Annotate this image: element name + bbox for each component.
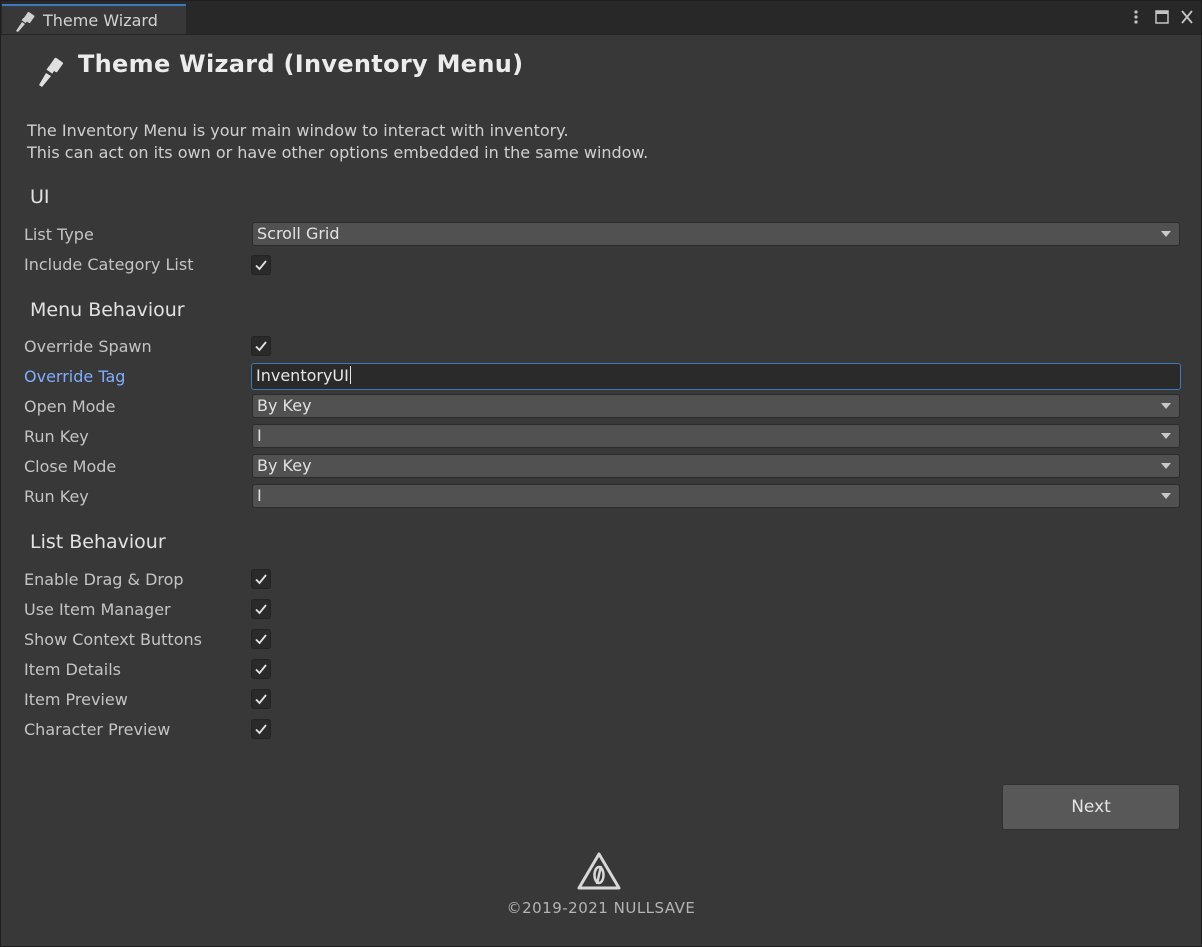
close-run-key-value: I [257,486,262,505]
item-preview-label: Item Preview [24,690,128,709]
use-item-manager-checkbox[interactable] [251,599,271,619]
checkmark-icon [255,604,267,615]
checkmark-icon [255,574,267,585]
close-mode-dropdown[interactable]: By Key [252,454,1180,478]
list-type-label: List Type [24,225,94,244]
close-icon[interactable] [1179,7,1195,27]
close-run-key-dropdown[interactable]: I [252,484,1180,508]
close-mode-label: Close Mode [24,457,117,476]
enable-drag-drop-label: Enable Drag & Drop [24,570,184,589]
show-context-buttons-checkbox[interactable] [251,629,271,649]
brush-icon [16,11,35,32]
override-spawn-label: Override Spawn [24,337,152,356]
checkmark-icon [255,260,267,271]
show-context-buttons-label: Show Context Buttons [24,630,202,649]
maximize-icon[interactable] [1154,7,1170,27]
open-run-key-dropdown[interactable]: I [252,424,1180,448]
tab-theme-wizard[interactable]: Theme Wizard [2,4,186,34]
checkmark-icon [255,694,267,705]
close-run-key-label: Run Key [24,487,89,506]
chevron-down-icon [1161,231,1171,237]
chevron-down-icon [1161,403,1171,409]
open-run-key-value: I [257,426,262,445]
section-menu-behaviour-title: Menu Behaviour [30,299,185,321]
open-mode-value: By Key [257,396,312,415]
section-list-behaviour-title: List Behaviour [30,531,166,553]
brush-icon [39,57,63,87]
checkmark-icon [255,634,267,645]
chevron-down-icon [1161,433,1171,439]
text-caret [349,366,351,384]
item-details-checkbox[interactable] [251,659,271,679]
include-category-label: Include Category List [24,255,194,274]
use-item-manager-label: Use Item Manager [24,600,171,619]
include-category-checkbox[interactable] [251,255,271,275]
next-button[interactable]: Next [1002,784,1180,830]
chevron-down-icon [1161,463,1171,469]
description-line-1: The Inventory Menu is your main window t… [27,121,569,140]
character-preview-label: Character Preview [24,720,171,739]
item-preview-checkbox[interactable] [251,689,271,709]
tab-bar: Theme Wizard [1,1,1201,35]
page-title: Theme Wizard (Inventory Menu) [78,50,524,78]
override-spawn-checkbox[interactable] [251,336,271,356]
description-line-2: This can act on its own or have other op… [27,143,649,162]
list-type-dropdown[interactable]: Scroll Grid [252,222,1180,246]
copyright-text: ©2019-2021 NULLSAVE [506,899,696,917]
enable-drag-drop-checkbox[interactable] [251,569,271,589]
override-tag-input[interactable]: InventoryUI [251,363,1181,390]
chevron-down-icon [1161,493,1171,499]
open-mode-dropdown[interactable]: By Key [252,394,1180,418]
open-mode-label: Open Mode [24,397,116,416]
tab-label: Theme Wizard [43,11,158,30]
section-ui-title: UI [30,186,50,208]
override-tag-value: InventoryUI [256,366,349,385]
close-mode-value: By Key [257,456,312,475]
override-tag-label: Override Tag [24,367,126,386]
checkmark-icon [255,664,267,675]
character-preview-checkbox[interactable] [251,719,271,739]
open-run-key-label: Run Key [24,427,89,446]
item-details-label: Item Details [24,660,121,679]
checkmark-icon [255,341,267,352]
checkmark-icon [255,724,267,735]
kebab-menu-icon[interactable] [1128,7,1144,27]
theme-wizard-window: Theme Wizard Theme Wizard (Inventory Men… [0,0,1202,947]
nullsave-logo-icon [577,852,621,890]
list-type-value: Scroll Grid [257,224,340,243]
